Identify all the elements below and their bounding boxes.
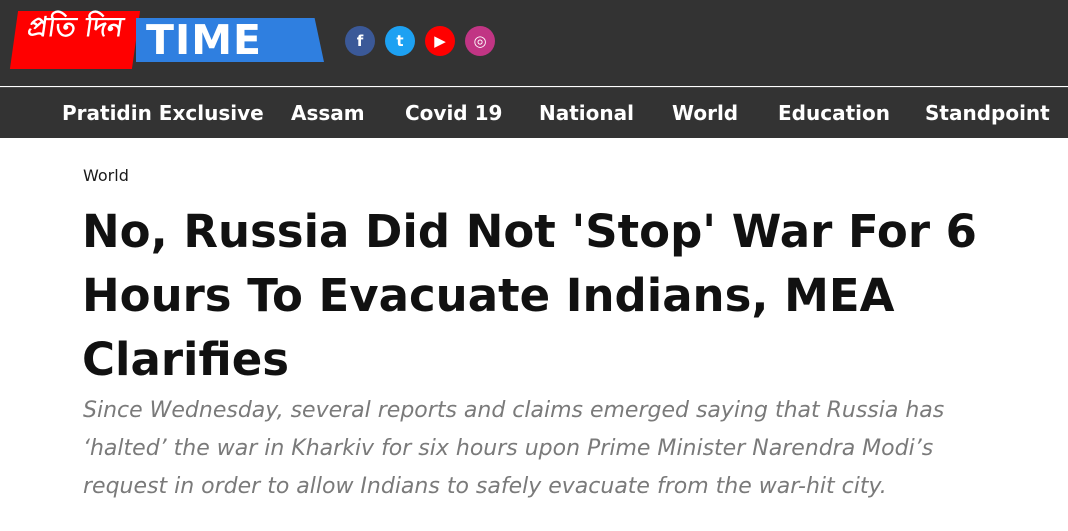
nav-item-education[interactable]: Education	[778, 88, 890, 138]
article-summary: Since Wednesday, several reports and cla…	[83, 398, 945, 499]
article-headline: No, Russia Did Not 'Stop' War For 6 Hour…	[82, 205, 977, 386]
instagram-icon[interactable]: ◎	[465, 26, 495, 56]
nav-item-pratidin-exclusive[interactable]: Pratidin Exclusive	[62, 88, 264, 138]
nav-item-assam[interactable]: Assam	[291, 88, 365, 138]
logo-time-text: TIME	[136, 18, 324, 62]
twitter-icon[interactable]: t	[385, 26, 415, 56]
facebook-icon[interactable]: f	[345, 26, 375, 56]
main-navigation: Pratidin Exclusive Assam Covid 19 Nation…	[0, 87, 1068, 138]
article-category[interactable]: World	[83, 166, 129, 185]
nav-item-standpoint[interactable]: Standpoint	[925, 88, 1050, 138]
logo-bengali-text: প্রতি দিন	[9, 11, 141, 69]
youtube-icon[interactable]: ▶	[425, 26, 455, 56]
nav-item-covid-19[interactable]: Covid 19	[405, 88, 502, 138]
nav-item-world[interactable]: World	[672, 88, 738, 138]
nav-item-national[interactable]: National	[539, 88, 634, 138]
site-header: প্রতি দিন TIME f t ▶ ◎	[0, 0, 1068, 86]
